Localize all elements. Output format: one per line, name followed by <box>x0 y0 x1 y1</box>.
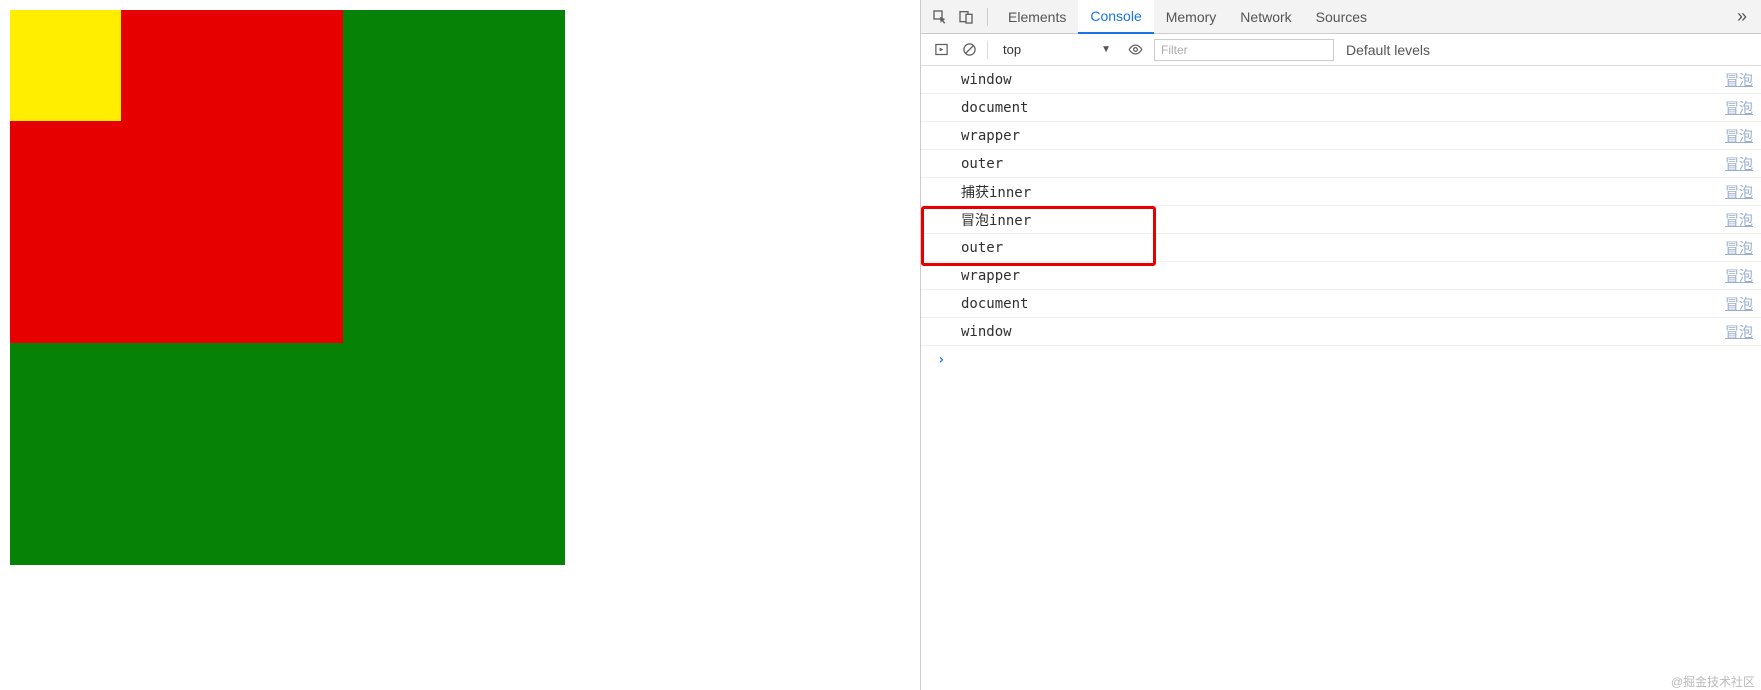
log-text: outer <box>961 156 1003 172</box>
log-source-link[interactable]: 冒泡 <box>1725 98 1753 118</box>
separator <box>987 8 988 26</box>
log-text: document <box>961 100 1028 116</box>
context-selector[interactable]: top ▼ <box>996 39 1118 60</box>
console-log-row[interactable]: 捕获inner 冒泡 <box>921 178 1761 206</box>
console-prompt[interactable]: › <box>921 346 1761 374</box>
log-levels-selector[interactable]: Default levels <box>1346 42 1430 58</box>
console-log-row[interactable]: wrapper 冒泡 <box>921 122 1761 150</box>
inspect-icon[interactable] <box>927 0 953 34</box>
log-source-link[interactable]: 冒泡 <box>1725 238 1753 258</box>
tab-network[interactable]: Network <box>1228 0 1303 34</box>
log-source-link[interactable]: 冒泡 <box>1725 322 1753 342</box>
more-tabs-icon[interactable]: » <box>1729 6 1755 27</box>
chevron-right-icon: › <box>937 352 945 368</box>
tab-memory[interactable]: Memory <box>1154 0 1229 34</box>
log-source-link[interactable]: 冒泡 <box>1725 70 1753 90</box>
log-source-link[interactable]: 冒泡 <box>1725 126 1753 146</box>
tab-elements[interactable]: Elements <box>996 0 1078 34</box>
console-log-row[interactable]: document 冒泡 <box>921 94 1761 122</box>
console-log-row[interactable]: window 冒泡 <box>921 318 1761 346</box>
device-toggle-icon[interactable] <box>953 0 979 34</box>
console-log-row[interactable]: document 冒泡 <box>921 290 1761 318</box>
devtools-panel: Elements Console Memory Network Sources … <box>920 0 1761 690</box>
log-text: wrapper <box>961 268 1020 284</box>
log-text: outer <box>961 240 1003 256</box>
middle-box[interactable] <box>10 10 343 343</box>
console-log-row[interactable]: outer 冒泡 <box>921 234 1761 262</box>
separator <box>987 41 988 59</box>
outer-box[interactable] <box>10 10 565 565</box>
clear-console-icon[interactable] <box>959 40 979 60</box>
log-source-link[interactable]: 冒泡 <box>1725 182 1753 202</box>
console-log-row[interactable]: outer 冒泡 <box>921 150 1761 178</box>
console-toolbar: top ▼ Default levels <box>921 34 1761 66</box>
log-source-link[interactable]: 冒泡 <box>1725 210 1753 230</box>
console-log-row[interactable]: 冒泡inner 冒泡 <box>921 206 1761 234</box>
log-text: 冒泡inner <box>961 210 1031 230</box>
tab-sources[interactable]: Sources <box>1304 0 1379 34</box>
chevron-down-icon: ▼ <box>1101 44 1111 55</box>
eye-icon[interactable] <box>1126 40 1146 60</box>
log-text: document <box>961 296 1028 312</box>
watermark: @掘金技术社区 <box>1671 673 1755 690</box>
log-source-link[interactable]: 冒泡 <box>1725 154 1753 174</box>
log-source-link[interactable]: 冒泡 <box>1725 266 1753 286</box>
devtools-tabbar: Elements Console Memory Network Sources … <box>921 0 1761 34</box>
log-source-link[interactable]: 冒泡 <box>1725 294 1753 314</box>
inner-box[interactable] <box>10 10 121 121</box>
toggle-sidebar-icon[interactable] <box>931 40 951 60</box>
context-value: top <box>1003 42 1021 57</box>
console-messages[interactable]: window 冒泡 document 冒泡 wrapper 冒泡 outer 冒… <box>921 66 1761 690</box>
log-text: window <box>961 324 1012 340</box>
console-log-row[interactable]: wrapper 冒泡 <box>921 262 1761 290</box>
console-log-row[interactable]: window 冒泡 <box>921 66 1761 94</box>
log-text: 捕获inner <box>961 182 1031 202</box>
tab-console[interactable]: Console <box>1078 0 1153 34</box>
log-text: wrapper <box>961 128 1020 144</box>
log-text: window <box>961 72 1012 88</box>
page-content <box>0 0 920 690</box>
filter-input[interactable] <box>1154 39 1334 61</box>
